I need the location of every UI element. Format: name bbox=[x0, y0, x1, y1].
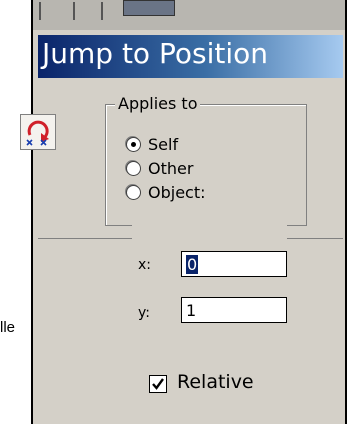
toolbar-divider bbox=[101, 2, 103, 20]
side-text-fragment: lle bbox=[0, 319, 16, 336]
toolbar-divider bbox=[39, 2, 41, 20]
x-field-label: x: bbox=[138, 257, 152, 273]
radio-button-other[interactable] bbox=[126, 160, 141, 176]
radio-label-other: Other bbox=[148, 158, 194, 178]
title-bar[interactable]: Jump to Position bbox=[38, 35, 343, 78]
radio-label-object: Object: bbox=[148, 182, 206, 202]
radio-label-self: Self bbox=[148, 134, 179, 154]
x-input[interactable]: 0 bbox=[181, 251, 287, 277]
position-fields-panel bbox=[132, 225, 287, 341]
radio-self[interactable]: Self bbox=[126, 133, 178, 155]
toolbar-divider bbox=[73, 2, 75, 20]
radio-object[interactable]: Object: bbox=[126, 181, 206, 203]
background-toolbar-strip bbox=[33, 0, 345, 30]
relative-checkbox[interactable] bbox=[149, 375, 167, 393]
radio-button-object[interactable] bbox=[126, 184, 141, 200]
x-input-value: 0 bbox=[186, 255, 199, 274]
relative-label: Relative bbox=[177, 371, 254, 393]
y-field-label: y: bbox=[138, 305, 150, 321]
background-tab bbox=[123, 0, 175, 16]
jump-to-position-icon bbox=[20, 114, 56, 150]
applies-to-legend: Applies to bbox=[115, 94, 201, 113]
checkmark-icon bbox=[152, 378, 164, 390]
y-input[interactable]: 1 bbox=[181, 297, 287, 323]
radio-other[interactable]: Other bbox=[126, 157, 193, 179]
radio-button-self[interactable] bbox=[126, 136, 141, 152]
y-input-value: 1 bbox=[186, 301, 197, 320]
window-title: Jump to Position bbox=[42, 37, 268, 70]
